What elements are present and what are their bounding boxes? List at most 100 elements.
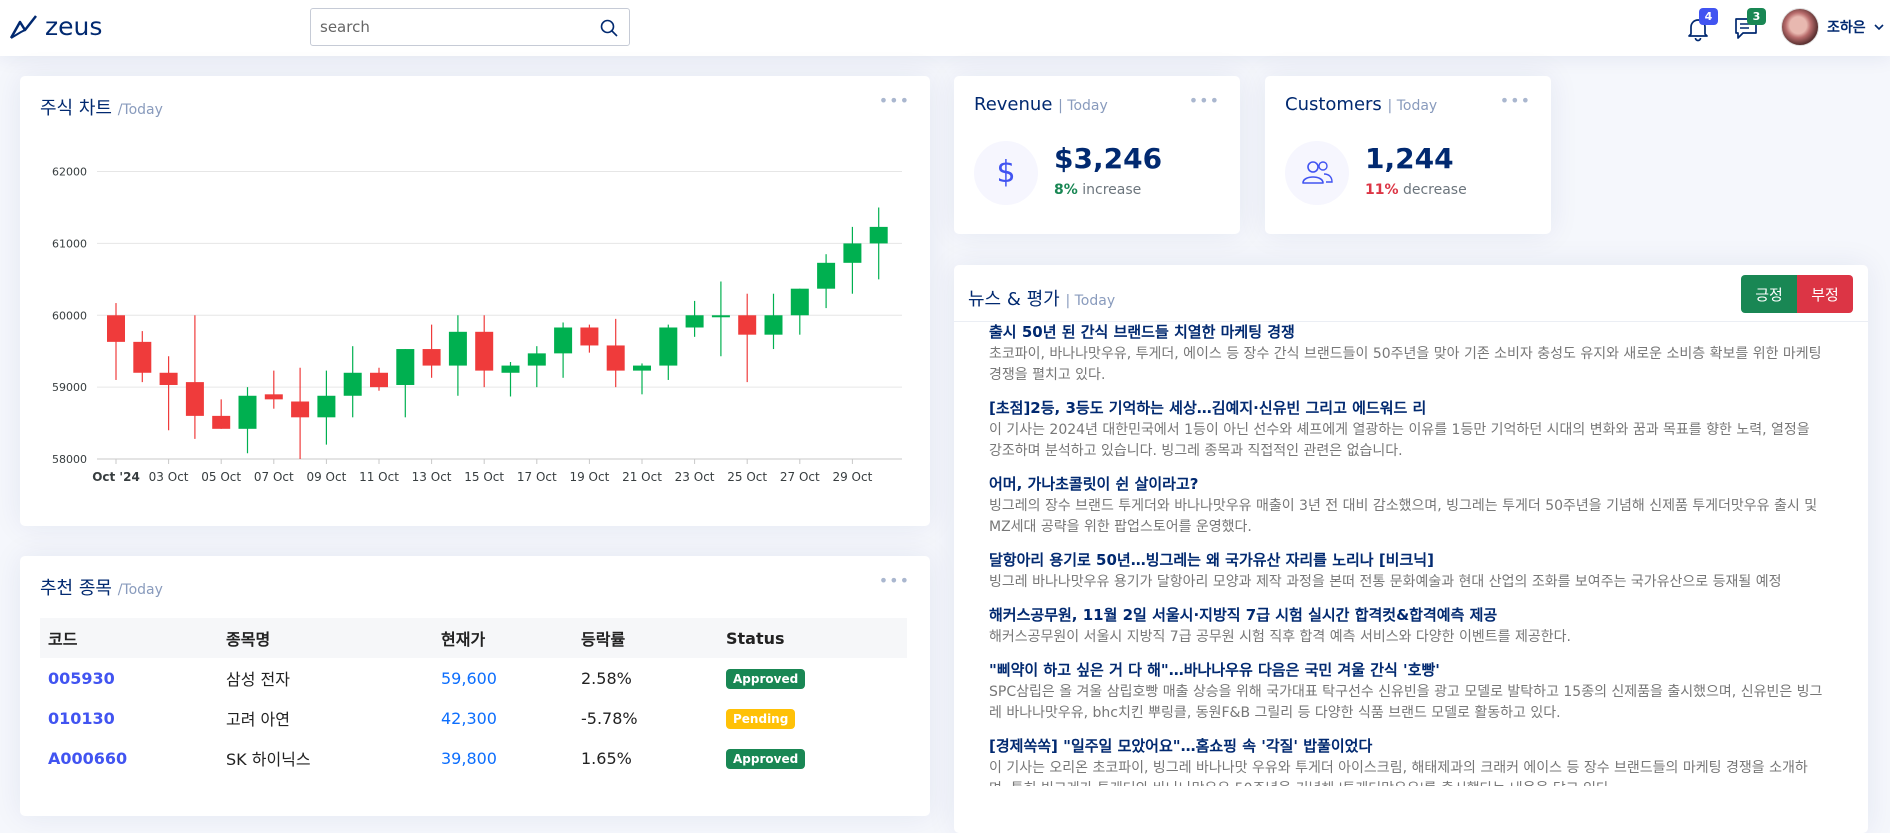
news-headline[interactable]: 출시 50년 된 간식 브랜드들 치열한 마케팅 경쟁 bbox=[989, 322, 1823, 342]
more-options-icon[interactable]: ••• bbox=[1500, 93, 1531, 109]
x-tick-label: 15 Oct bbox=[464, 470, 504, 484]
table-row[interactable]: A000660 SK 하이닉스 39,800 1.65% Approved bbox=[40, 738, 907, 778]
candle-body[interactable] bbox=[501, 365, 520, 373]
news-summary: 해커스공무원이 서울시 지방직 7급 공무원 시험 직후 합격 예측 서비스와 … bbox=[989, 629, 1571, 645]
column-header: 현재가 bbox=[441, 630, 486, 649]
x-tick-label: 21 Oct bbox=[622, 470, 662, 484]
more-options-icon[interactable]: ••• bbox=[879, 573, 910, 589]
status-badge: Approved bbox=[726, 748, 806, 769]
news-item[interactable]: 출시 50년 된 간식 브랜드들 치열한 마케팅 경쟁 초코파이, 바나나맛우유… bbox=[989, 322, 1823, 386]
candle-body[interactable] bbox=[264, 394, 283, 400]
candle-body[interactable] bbox=[711, 315, 730, 318]
more-options-icon[interactable]: ••• bbox=[1189, 93, 1220, 109]
news-summary: 이 기사는 오리온 초코파이, 빙그레 바나나맛 우유와 투게더 아이스크림, … bbox=[989, 760, 1808, 786]
svg-text:$: $ bbox=[996, 158, 1015, 188]
candle-body[interactable] bbox=[448, 331, 467, 366]
news-title: 뉴스 & 평가 | Today bbox=[968, 285, 1115, 311]
avatar bbox=[1781, 8, 1819, 46]
profile-menu[interactable]: 조하은 bbox=[1781, 8, 1884, 46]
news-summary: 빙그레 바나나맛우유 용기가 달항아리 모양과 제작 과정을 본떠 전통 문화예… bbox=[989, 574, 1782, 590]
table-row[interactable]: 005930 삼성 전자 59,600 2.58% Approved bbox=[40, 658, 907, 698]
candle-body[interactable] bbox=[107, 315, 125, 342]
table-row[interactable]: 010130 고려 아연 42,300 -5.78% Pending bbox=[40, 698, 907, 738]
revenue-card: Revenue | Today ••• $ $3,246 8% increase bbox=[954, 76, 1240, 234]
card-subtitle: | Today bbox=[1065, 293, 1116, 309]
news-summary: 이 기사는 2024년 대한민국에서 1등이 아닌 선수와 셰프에게 열광하는 … bbox=[989, 422, 1810, 459]
candle-body[interactable] bbox=[685, 315, 704, 328]
candlestick-chart: 58000 59000 60000 61000 62000 Oct '24 03 Oct 05… bbox=[52, 166, 902, 484]
candle-body[interactable] bbox=[580, 327, 599, 346]
stock-code-link[interactable]: 005930 bbox=[48, 669, 115, 688]
y-tick-label: 58000 bbox=[52, 453, 87, 466]
news-headline[interactable]: 해커스공무원, 11월 2일 서울시·지방직 7급 시험 실시간 합격컷&합격예… bbox=[989, 605, 1823, 625]
candle-body[interactable] bbox=[343, 372, 362, 396]
candle-body[interactable] bbox=[475, 331, 494, 371]
card-subtitle: /Today bbox=[117, 582, 163, 598]
candle-body[interactable] bbox=[554, 327, 573, 354]
candle-body[interactable] bbox=[659, 327, 678, 366]
card-subtitle: | Today bbox=[1387, 98, 1438, 114]
candle-body[interactable] bbox=[869, 226, 888, 244]
candle-body[interactable] bbox=[291, 401, 310, 418]
candle-body[interactable] bbox=[633, 365, 651, 371]
candle-body[interactable] bbox=[422, 349, 441, 366]
candle-body[interactable] bbox=[606, 345, 625, 371]
stock-code-link[interactable]: 010130 bbox=[48, 709, 115, 728]
positive-button[interactable]: 긍정 bbox=[1741, 275, 1797, 313]
table-header-row: 코드 종목명 현재가 등락률 Status bbox=[40, 618, 907, 658]
news-headline[interactable]: 달항아리 용기로 50년…빙그레는 왜 국가유산 자리를 노리나 [비크닉] bbox=[989, 550, 1823, 570]
stock-price: 42,300 bbox=[441, 708, 497, 728]
news-headline[interactable]: [초점]2등, 3등도 기억하는 세상…김예지·신유빈 그리고 에드워드 리 bbox=[989, 398, 1823, 418]
stock-chart-card: 주식 차트 /Today ••• 58000 59000 60000 61000 620… bbox=[20, 76, 930, 526]
search-icon[interactable] bbox=[599, 18, 619, 38]
candle-body[interactable] bbox=[843, 243, 862, 263]
search-input[interactable] bbox=[311, 9, 581, 45]
news-item[interactable]: 해커스공무원, 11월 2일 서울시·지방직 7급 시험 실시간 합격컷&합격예… bbox=[989, 605, 1823, 648]
logo[interactable]: zeus bbox=[9, 12, 102, 41]
x-tick-label: 09 Oct bbox=[306, 470, 346, 484]
candle-body[interactable] bbox=[159, 372, 178, 385]
messages-count-badge: 3 bbox=[1747, 8, 1766, 25]
recommended-title: 추천 종목 /Today bbox=[40, 574, 163, 600]
news-item[interactable]: 달항아리 용기로 50년…빙그레는 왜 국가유산 자리를 노리나 [비크닉] 빙… bbox=[989, 550, 1823, 593]
messages-button[interactable]: 3 bbox=[1732, 8, 1766, 42]
candle-body[interactable] bbox=[238, 395, 257, 429]
candle-body[interactable] bbox=[738, 315, 757, 335]
card-title-text: Customers bbox=[1285, 94, 1382, 115]
negative-button[interactable]: 부정 bbox=[1797, 275, 1853, 313]
candle-body[interactable] bbox=[396, 349, 415, 385]
recommended-stocks-card: 추천 종목 /Today ••• 코드 종목명 현재가 등락률 Status 0… bbox=[20, 556, 930, 816]
customers-change-pct: 11% bbox=[1365, 182, 1399, 198]
notifications-button[interactable]: 4 bbox=[1684, 8, 1718, 42]
people-icon bbox=[1285, 141, 1349, 205]
notifications-count-badge: 4 bbox=[1699, 8, 1718, 25]
y-tick-label: 62000 bbox=[52, 166, 87, 179]
revenue-change: 8% increase bbox=[1054, 182, 1141, 198]
news-item[interactable]: [경제쏙쏙] "일주일 모았어요"…홈쇼핑 속 '각질' 밥풀이었다 이 기사는… bbox=[989, 736, 1823, 786]
candle-body[interactable] bbox=[133, 341, 152, 373]
y-tick-label: 60000 bbox=[52, 309, 87, 322]
candle-body[interactable] bbox=[185, 382, 204, 416]
stock-change: 1.65% bbox=[581, 748, 632, 768]
news-list[interactable]: 출시 50년 된 간식 브랜드들 치열한 마케팅 경쟁 초코파이, 바나나맛우유… bbox=[954, 321, 1868, 786]
news-item[interactable]: "삐약이 하고 싶은 거 다 해"…바나나우유 다음은 국민 겨울 간식 '호빵… bbox=[989, 660, 1823, 724]
news-headline[interactable]: 어머, 가나초콜릿이 쉰 살이라고? bbox=[989, 474, 1823, 494]
candle-body[interactable] bbox=[790, 288, 809, 316]
candle-body[interactable] bbox=[317, 395, 336, 418]
news-headline[interactable]: "삐약이 하고 싶은 거 다 해"…바나나우유 다음은 국민 겨울 간식 '호빵… bbox=[989, 660, 1823, 680]
stock-code-link[interactable]: A000660 bbox=[48, 749, 127, 768]
logo-icon bbox=[9, 14, 37, 39]
profile-name: 조하은 bbox=[1827, 20, 1866, 36]
news-item[interactable]: 어머, 가나초콜릿이 쉰 살이라고? 빙그레의 장수 브랜드 투게더와 바나나맛… bbox=[989, 474, 1823, 538]
news-item[interactable]: [초점]2등, 3등도 기억하는 세상…김예지·신유빈 그리고 에드워드 리 이… bbox=[989, 398, 1823, 462]
column-header: 코드 bbox=[48, 630, 78, 649]
candle-body[interactable] bbox=[817, 262, 836, 289]
candle-body[interactable] bbox=[527, 353, 546, 366]
candle-body[interactable] bbox=[764, 315, 783, 335]
y-tick-label: 61000 bbox=[52, 237, 87, 250]
x-tick-label: 29 Oct bbox=[832, 470, 872, 484]
status-badge: Pending bbox=[726, 708, 796, 729]
candle-body[interactable] bbox=[370, 372, 388, 388]
candle-body[interactable] bbox=[212, 415, 231, 429]
news-headline[interactable]: [경제쏙쏙] "일주일 모았어요"…홈쇼핑 속 '각질' 밥풀이었다 bbox=[989, 736, 1823, 756]
